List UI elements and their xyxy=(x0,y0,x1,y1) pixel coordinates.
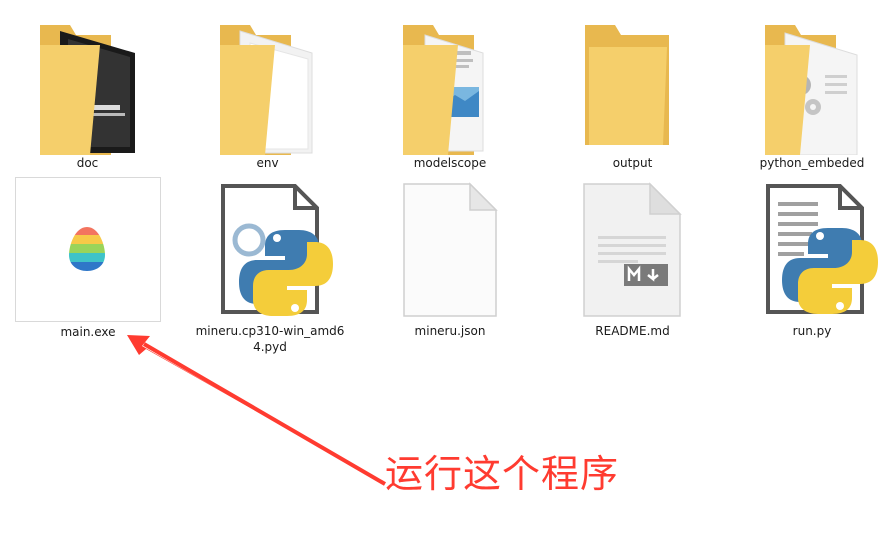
annotation-text: 运行这个程序 xyxy=(385,452,620,496)
